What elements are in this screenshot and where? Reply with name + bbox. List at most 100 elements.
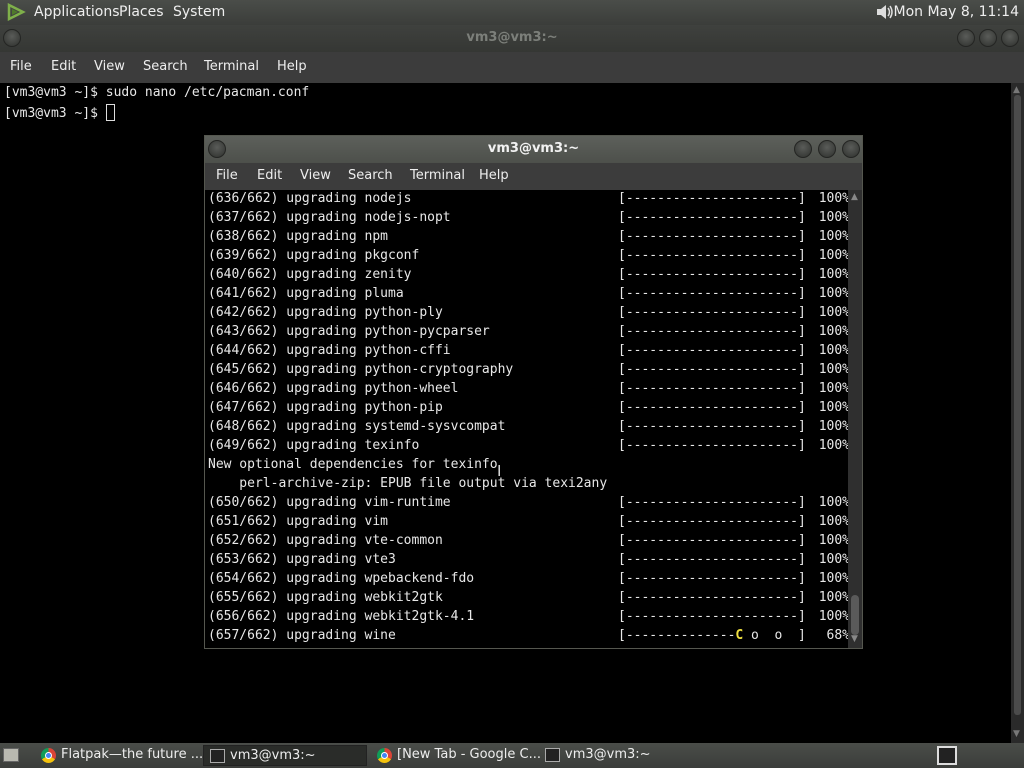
task-label: Flatpak—the future ... <box>61 747 204 762</box>
prompt-text: [vm3@vm3 ~]$ <box>4 106 106 121</box>
system-menu[interactable]: System <box>173 4 225 20</box>
outer-titlebar[interactable]: vm3@vm3:~ <box>0 25 1024 52</box>
row-text: (653/662) upgrading vte3 <box>208 552 396 567</box>
progress-percent: 100% <box>818 267 848 282</box>
bar-dashes: [-------------- <box>618 628 736 643</box>
menu-view[interactable]: View <box>94 59 125 74</box>
task-new-tab[interactable]: [New Tab - Google C... <box>371 745 541 766</box>
menu-file[interactable]: File <box>216 168 238 183</box>
row-text: New optional dependencies for texinfo <box>208 457 498 472</box>
menu-search[interactable]: Search <box>143 59 188 74</box>
outer-scrollbar[interactable]: ▲ ▼ <box>1011 83 1024 743</box>
minimize-button[interactable] <box>794 140 812 158</box>
scroll-up-icon[interactable]: ▲ <box>851 192 858 202</box>
progress-percent: 100% <box>818 305 848 320</box>
scroll-up-icon[interactable]: ▲ <box>1013 85 1020 95</box>
row-text: (650/662) upgrading vim-runtime <box>208 495 451 510</box>
menu-file[interactable]: File <box>10 59 32 74</box>
row-text: perl-archive-zip: EPUB file output via t… <box>208 476 608 491</box>
menu-help[interactable]: Help <box>277 59 307 74</box>
progress-percent: 100% <box>818 590 848 605</box>
terminal-icon <box>545 748 560 762</box>
inner-terminal-window: vm3@vm3:~ File Edit View Search Terminal… <box>204 135 863 649</box>
progress-bar: [--------------C o o ] <box>618 628 806 643</box>
task-terminal-1[interactable]: vm3@vm3:~ <box>203 745 367 766</box>
scroll-down-icon[interactable]: ▼ <box>851 634 858 644</box>
progress-percent: 100% <box>818 191 848 206</box>
row-text: (642/662) upgrading python-ply <box>208 305 443 320</box>
terminal-row: (643/662) upgrading python-pycparser [---… <box>208 324 848 343</box>
terminal-row: New optional dependencies for texinfo <box>208 457 848 476</box>
chrome-icon <box>377 748 392 763</box>
terminal-row: (647/662) upgrading python-pip [---------… <box>208 400 848 419</box>
terminal-row: (654/662) upgrading wpebackend-fdo [-----… <box>208 571 848 590</box>
minimize-button[interactable] <box>957 29 975 47</box>
terminal-row: (650/662) upgrading vim-runtime [--------… <box>208 495 848 514</box>
menu-edit[interactable]: Edit <box>51 59 76 74</box>
progress-percent: 100% <box>818 438 848 453</box>
progress-percent: 100% <box>818 419 848 434</box>
task-terminal-2[interactable]: vm3@vm3:~ <box>539 745 704 766</box>
progress-bar: [----------------------] <box>618 571 806 586</box>
applications-menu[interactable]: Applications <box>34 4 120 20</box>
mate-logo-icon[interactable] <box>6 3 26 21</box>
menu-terminal[interactable]: Terminal <box>410 168 465 183</box>
menu-terminal[interactable]: Terminal <box>204 59 259 74</box>
row-text: (641/662) upgrading pluma <box>208 286 404 301</box>
menu-edit[interactable]: Edit <box>257 168 282 183</box>
maximize-button[interactable] <box>818 140 836 158</box>
inner-terminal[interactable]: (636/662) upgrading nodejs [-------------… <box>205 190 848 648</box>
row-text: (639/662) upgrading pkgconf <box>208 248 420 263</box>
terminal-row: (652/662) upgrading vte-common [---------… <box>208 533 848 552</box>
progress-percent: 100% <box>818 609 848 624</box>
progress-percent: 100% <box>818 400 848 415</box>
progress-bar: [----------------------] <box>618 381 806 396</box>
terminal-row: (651/662) upgrading vim [----------------… <box>208 514 848 533</box>
progress-bar: [----------------------] <box>618 590 806 605</box>
terminal-row: (646/662) upgrading python-wheel [-------… <box>208 381 848 400</box>
inner-titlebar[interactable]: vm3@vm3:~ <box>205 136 862 163</box>
progress-bar: [----------------------] <box>618 419 806 434</box>
maximize-button[interactable] <box>979 29 997 47</box>
places-menu[interactable]: Places <box>119 4 164 20</box>
progress-percent: 100% <box>818 533 848 548</box>
progress-bar: [----------------------] <box>618 495 806 510</box>
show-desktop-icon[interactable] <box>3 748 19 762</box>
menu-view[interactable]: View <box>300 168 331 183</box>
progress-bar: [----------------------] <box>618 552 806 567</box>
terminal-row: (642/662) upgrading python-ply [---------… <box>208 305 848 324</box>
row-text: (651/662) upgrading vim <box>208 514 389 529</box>
terminal-row: (640/662) upgrading zenity [-------------… <box>208 267 848 286</box>
task-label: vm3@vm3:~ <box>230 748 316 763</box>
close-button[interactable] <box>1001 29 1019 47</box>
terminal-row: perl-archive-zip: EPUB file output via t… <box>208 476 848 495</box>
row-text: (652/662) upgrading vte-common <box>208 533 443 548</box>
task-label: vm3@vm3:~ <box>565 747 651 762</box>
text-cursor-icon: I <box>497 462 502 480</box>
row-text: (656/662) upgrading webkit2gtk-4.1 <box>208 609 475 624</box>
outer-menubar: File Edit View Search Terminal Help <box>0 52 1024 83</box>
workspace-switcher[interactable] <box>937 746 957 765</box>
row-text: (654/662) upgrading wpebackend-fdo <box>208 571 475 586</box>
scroll-down-icon[interactable]: ▼ <box>1013 729 1020 739</box>
progress-bar: [----------------------] <box>618 362 806 377</box>
progress-bar: [----------------------] <box>618 229 806 244</box>
inner-scrollbar[interactable]: ▲ ▼ <box>848 190 862 648</box>
row-text: (644/662) upgrading python-cffi <box>208 343 451 358</box>
progress-bar: [----------------------] <box>618 210 806 225</box>
menu-search[interactable]: Search <box>348 168 393 183</box>
progress-percent: 100% <box>818 210 848 225</box>
menu-help[interactable]: Help <box>479 168 509 183</box>
taskbar: Flatpak—the future ... vm3@vm3:~ [New Ta… <box>0 743 1024 768</box>
row-text: (640/662) upgrading zenity <box>208 267 412 282</box>
close-button[interactable] <box>842 140 860 158</box>
clock[interactable]: Mon May 8, 11:14 <box>893 4 1019 20</box>
progress-percent: 100% <box>818 495 848 510</box>
scrollbar-thumb[interactable] <box>1014 95 1021 715</box>
scrollbar-thumb[interactable] <box>851 595 859 635</box>
terminal-row: (639/662) upgrading pkgconf [------------… <box>208 248 848 267</box>
task-flatpak[interactable]: Flatpak—the future ... <box>35 745 204 766</box>
row-text: (648/662) upgrading systemd-sysvcompat <box>208 419 506 434</box>
top-panel: Applications Places System Mon May 8, 11… <box>0 0 1024 25</box>
terminal-icon <box>210 749 225 763</box>
